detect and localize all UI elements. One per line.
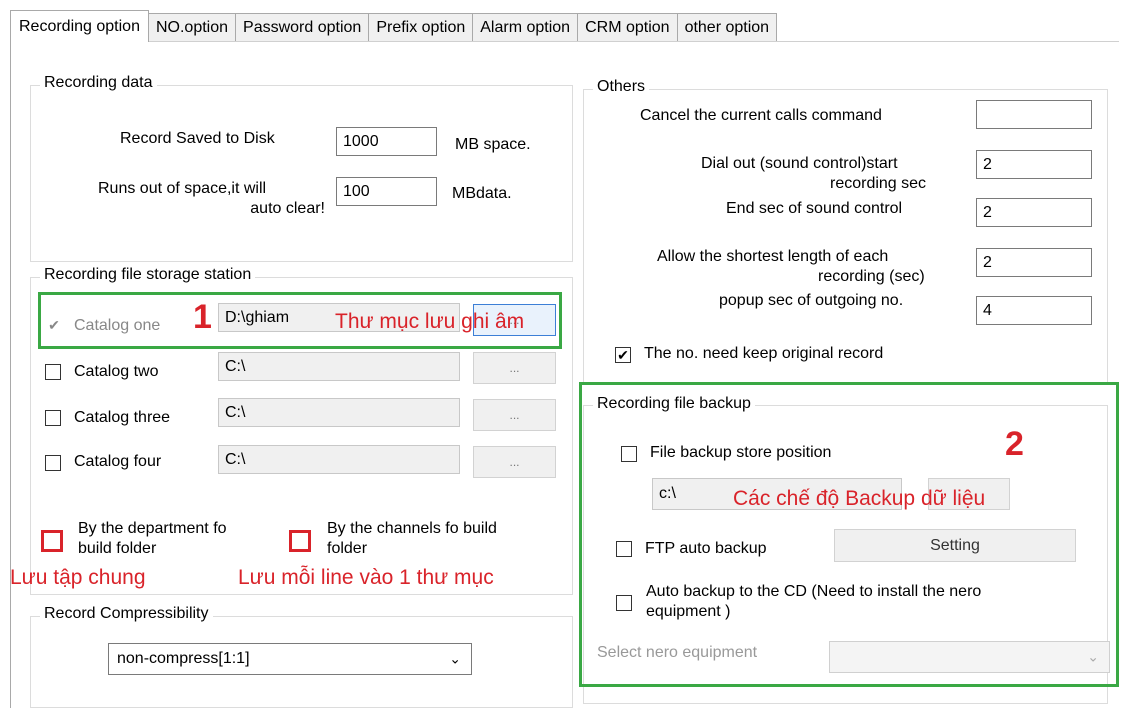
catalog-four-checkbox[interactable] — [45, 455, 61, 471]
by-department-label-2: build folder — [78, 540, 157, 557]
tab-recording-option[interactable]: Recording option — [10, 10, 149, 42]
catalog-three-label: Catalog three — [74, 409, 171, 426]
record-saved-unit: MB space. — [455, 136, 531, 153]
tab-crm-option[interactable]: CRM option — [577, 13, 678, 42]
others-group — [583, 89, 1108, 384]
shortest-length-label-2: recording (sec) — [818, 268, 925, 285]
tab-password-option[interactable]: Password option — [235, 13, 370, 42]
catalog-four-browse-button[interactable]: ... — [473, 446, 556, 478]
by-channels-label-2: folder — [327, 540, 368, 557]
recording-data-group — [30, 85, 573, 262]
shortest-length-label-1: Allow the shortest length of each — [657, 248, 889, 265]
annotation-note-2: Các chế độ Backup dữ liệu — [733, 487, 986, 510]
compression-select[interactable]: non-compress[1:1] ⌄ — [108, 643, 472, 675]
catalog-three-checkbox[interactable] — [45, 410, 61, 426]
popup-sec-label: popup sec of outgoing no. — [719, 292, 904, 309]
recording-data-title: Recording data — [40, 74, 157, 92]
tab-other-option[interactable]: other option — [676, 13, 778, 42]
tab-prefix-option[interactable]: Prefix option — [368, 13, 474, 42]
end-sec-label: End sec of sound control — [726, 200, 903, 217]
dial-out-label-1: Dial out (sound control)start — [701, 155, 898, 172]
by-department-checkbox[interactable] — [41, 530, 63, 552]
catalog-three-browse-button[interactable]: ... — [473, 399, 556, 431]
catalog-four-path[interactable]: C:\ — [218, 445, 460, 474]
runs-out-label-1: Runs out of space,it will — [98, 180, 267, 197]
by-channels-label-1: By the channels fo build — [327, 520, 497, 537]
by-department-label-1: By the department fo — [78, 520, 227, 537]
catalog-two-browse-button[interactable]: ... — [473, 352, 556, 384]
annotation-number-1: 1 — [193, 298, 212, 336]
record-saved-label: Record Saved to Disk — [120, 130, 275, 147]
catalog-two-path[interactable]: C:\ — [218, 352, 460, 381]
compress-title: Record Compressibility — [40, 605, 213, 623]
keep-original-label: The no. need keep original record — [644, 345, 884, 362]
runs-out-input[interactable]: 100 — [336, 177, 437, 206]
annotation-number-2: 2 — [1005, 425, 1024, 463]
annotation-note-department: Lưu tập chung — [10, 566, 146, 589]
keep-original-checkbox[interactable]: ✔ — [615, 347, 631, 363]
annotation-note-channel: Lưu mỗi line vào 1 thư mục — [238, 566, 494, 589]
others-title: Others — [593, 78, 650, 96]
compression-select-value: non-compress[1:1] — [117, 650, 250, 667]
end-sec-input[interactable]: 2 — [976, 198, 1092, 227]
cancel-calls-label: Cancel the current calls command — [640, 107, 882, 124]
runs-out-label-2: auto clear! — [250, 200, 325, 217]
shortest-length-input[interactable]: 2 — [976, 248, 1092, 277]
dial-out-input[interactable]: 2 — [976, 150, 1092, 179]
record-saved-input[interactable]: 1000 — [336, 127, 437, 156]
catalog-three-path[interactable]: C:\ — [218, 398, 460, 427]
catalog-two-label: Catalog two — [74, 363, 159, 380]
storage-title: Recording file storage station — [40, 266, 256, 284]
annotation-box-backup — [579, 382, 1119, 687]
tab-alarm-option[interactable]: Alarm option — [472, 13, 579, 42]
chevron-down-icon: ⌄ — [449, 650, 461, 667]
by-channels-checkbox[interactable] — [289, 530, 311, 552]
tab-bar: Recording option NO.option Password opti… — [10, 10, 778, 42]
popup-sec-input[interactable]: 4 — [976, 296, 1092, 325]
catalog-four-label: Catalog four — [74, 453, 162, 470]
catalog-two-checkbox[interactable] — [45, 364, 61, 380]
annotation-note-1: Thư mục lưu ghi âm — [335, 310, 525, 333]
runs-out-unit: MBdata. — [452, 185, 512, 202]
dial-out-label-2: recording sec — [830, 175, 927, 192]
cancel-calls-input[interactable] — [976, 100, 1092, 129]
tab-no-option[interactable]: NO.option — [147, 13, 237, 42]
